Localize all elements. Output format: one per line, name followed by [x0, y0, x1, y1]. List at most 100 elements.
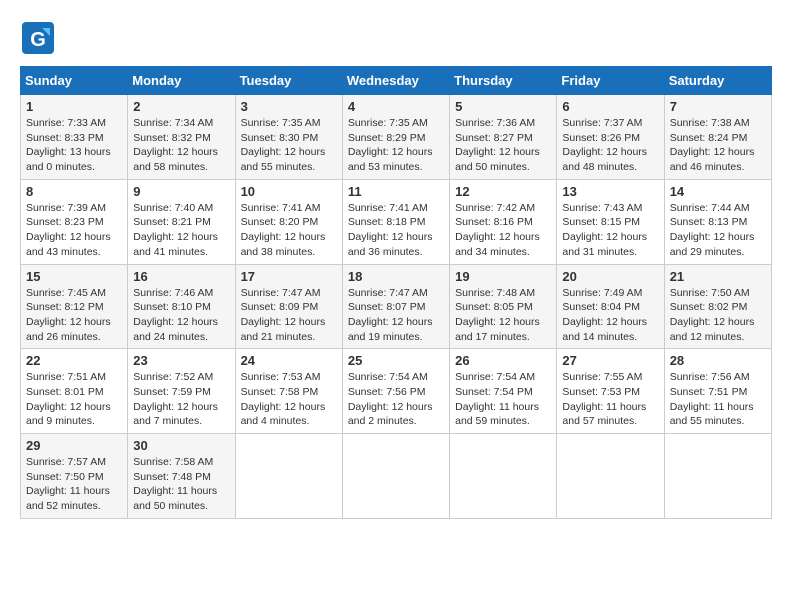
day-info: Sunrise: 7:34 AMSunset: 8:32 PMDaylight:…	[133, 116, 229, 175]
day-number: 17	[241, 269, 337, 284]
day-info: Sunrise: 7:58 AMSunset: 7:48 PMDaylight:…	[133, 455, 229, 514]
day-info: Sunrise: 7:36 AMSunset: 8:27 PMDaylight:…	[455, 116, 551, 175]
day-number: 26	[455, 353, 551, 368]
calendar-cell: 10 Sunrise: 7:41 AMSunset: 8:20 PMDayligh…	[235, 179, 342, 264]
day-info: Sunrise: 7:44 AMSunset: 8:13 PMDaylight:…	[670, 201, 766, 260]
calendar-body: 1Sunrise: 7:33 AMSunset: 8:33 PMDaylight…	[21, 95, 772, 519]
calendar-table: Sunday Monday Tuesday Wednesday Thursday…	[20, 66, 772, 519]
calendar-cell: 18Sunrise: 7:47 AMSunset: 8:07 PMDayligh…	[342, 264, 449, 349]
day-number: 30	[133, 438, 229, 453]
day-number: 27	[562, 353, 658, 368]
calendar-cell	[342, 434, 449, 519]
day-number: 4	[348, 99, 444, 114]
day-info: Sunrise: 7:33 AMSunset: 8:33 PMDaylight:…	[26, 116, 122, 175]
day-info: Sunrise: 7:52 AMSunset: 7:59 PMDaylight:…	[133, 370, 229, 429]
day-number: 23	[133, 353, 229, 368]
day-number: 9	[133, 184, 229, 199]
day-info: Sunrise: 7:47 AMSunset: 8:07 PMDaylight:…	[348, 286, 444, 345]
calendar-cell: 2 Sunrise: 7:34 AMSunset: 8:32 PMDaylight…	[128, 95, 235, 180]
logo: G	[20, 20, 62, 56]
day-number: 29	[26, 438, 122, 453]
day-info: Sunrise: 7:35 AMSunset: 8:30 PMDaylight:…	[241, 116, 337, 175]
calendar-cell: 15 Sunrise: 7:45 AMSunset: 8:12 PMDayligh…	[21, 264, 128, 349]
calendar-cell: 12 Sunrise: 7:42 AMSunset: 8:16 PMDayligh…	[450, 179, 557, 264]
header-sunday: Sunday	[21, 67, 128, 95]
calendar-week-row: 1Sunrise: 7:33 AMSunset: 8:33 PMDaylight…	[21, 95, 772, 180]
day-info: Sunrise: 7:46 AMSunset: 8:10 PMDaylight:…	[133, 286, 229, 345]
calendar-cell: 14 Sunrise: 7:44 AMSunset: 8:13 PMDayligh…	[664, 179, 771, 264]
calendar-cell: 20 Sunrise: 7:49 AMSunset: 8:04 PMDayligh…	[557, 264, 664, 349]
day-info: Sunrise: 7:57 AMSunset: 7:50 PMDaylight:…	[26, 455, 122, 514]
calendar-cell	[235, 434, 342, 519]
day-info: Sunrise: 7:55 AMSunset: 7:53 PMDaylight:…	[562, 370, 658, 429]
svg-text:G: G	[30, 29, 46, 51]
calendar-cell: 21 Sunrise: 7:50 AMSunset: 8:02 PMDayligh…	[664, 264, 771, 349]
calendar-cell: 22 Sunrise: 7:51 AMSunset: 8:01 PMDayligh…	[21, 349, 128, 434]
day-info: Sunrise: 7:45 AMSunset: 8:12 PMDaylight:…	[26, 286, 122, 345]
day-info: Sunrise: 7:53 AMSunset: 7:58 PMDaylight:…	[241, 370, 337, 429]
day-info: Sunrise: 7:54 AMSunset: 7:54 PMDaylight:…	[455, 370, 551, 429]
calendar-cell	[557, 434, 664, 519]
day-number: 20	[562, 269, 658, 284]
calendar-cell: 1Sunrise: 7:33 AMSunset: 8:33 PMDaylight…	[21, 95, 128, 180]
day-info: Sunrise: 7:41 AMSunset: 8:18 PMDaylight:…	[348, 201, 444, 260]
calendar-cell: 6 Sunrise: 7:37 AMSunset: 8:26 PMDaylight…	[557, 95, 664, 180]
day-info: Sunrise: 7:37 AMSunset: 8:26 PMDaylight:…	[562, 116, 658, 175]
day-number: 22	[26, 353, 122, 368]
day-number: 25	[348, 353, 444, 368]
calendar-cell: 17 Sunrise: 7:47 AMSunset: 8:09 PMDayligh…	[235, 264, 342, 349]
day-info: Sunrise: 7:41 AMSunset: 8:20 PMDaylight:…	[241, 201, 337, 260]
day-info: Sunrise: 7:51 AMSunset: 8:01 PMDaylight:…	[26, 370, 122, 429]
day-number: 10	[241, 184, 337, 199]
calendar-cell: 13 Sunrise: 7:43 AMSunset: 8:15 PMDayligh…	[557, 179, 664, 264]
day-info: Sunrise: 7:47 AMSunset: 8:09 PMDaylight:…	[241, 286, 337, 345]
day-number: 5	[455, 99, 551, 114]
day-number: 6	[562, 99, 658, 114]
calendar-cell: 9 Sunrise: 7:40 AMSunset: 8:21 PMDaylight…	[128, 179, 235, 264]
day-info: Sunrise: 7:38 AMSunset: 8:24 PMDaylight:…	[670, 116, 766, 175]
day-number: 19	[455, 269, 551, 284]
header-monday: Monday	[128, 67, 235, 95]
page-header: G	[20, 20, 772, 56]
day-number: 14	[670, 184, 766, 199]
calendar-week-row: 15 Sunrise: 7:45 AMSunset: 8:12 PMDayligh…	[21, 264, 772, 349]
calendar-cell: 11 Sunrise: 7:41 AMSunset: 8:18 PMDayligh…	[342, 179, 449, 264]
day-number: 21	[670, 269, 766, 284]
calendar-cell	[450, 434, 557, 519]
day-info: Sunrise: 7:48 AMSunset: 8:05 PMDaylight:…	[455, 286, 551, 345]
day-number: 2	[133, 99, 229, 114]
calendar-cell: 7 Sunrise: 7:38 AMSunset: 8:24 PMDaylight…	[664, 95, 771, 180]
calendar-week-row: 29 Sunrise: 7:57 AMSunset: 7:50 PMDayligh…	[21, 434, 772, 519]
day-info: Sunrise: 7:40 AMSunset: 8:21 PMDaylight:…	[133, 201, 229, 260]
header-tuesday: Tuesday	[235, 67, 342, 95]
calendar-cell: 30 Sunrise: 7:58 AMSunset: 7:48 PMDayligh…	[128, 434, 235, 519]
day-number: 16	[133, 269, 229, 284]
day-number: 11	[348, 184, 444, 199]
day-info: Sunrise: 7:56 AMSunset: 7:51 PMDaylight:…	[670, 370, 766, 429]
calendar-week-row: 22 Sunrise: 7:51 AMSunset: 8:01 PMDayligh…	[21, 349, 772, 434]
header-wednesday: Wednesday	[342, 67, 449, 95]
day-info: Sunrise: 7:50 AMSunset: 8:02 PMDaylight:…	[670, 286, 766, 345]
day-info: Sunrise: 7:42 AMSunset: 8:16 PMDaylight:…	[455, 201, 551, 260]
day-number: 12	[455, 184, 551, 199]
header-thursday: Thursday	[450, 67, 557, 95]
calendar-cell: 3Sunrise: 7:35 AMSunset: 8:30 PMDaylight…	[235, 95, 342, 180]
header-friday: Friday	[557, 67, 664, 95]
day-number: 8	[26, 184, 122, 199]
calendar-cell: 27 Sunrise: 7:55 AMSunset: 7:53 PMDayligh…	[557, 349, 664, 434]
calendar-cell: 29 Sunrise: 7:57 AMSunset: 7:50 PMDayligh…	[21, 434, 128, 519]
calendar-cell	[664, 434, 771, 519]
day-number: 28	[670, 353, 766, 368]
calendar-cell: 5 Sunrise: 7:36 AMSunset: 8:27 PMDaylight…	[450, 95, 557, 180]
calendar-cell: 25 Sunrise: 7:54 AMSunset: 7:56 PMDayligh…	[342, 349, 449, 434]
day-info: Sunrise: 7:43 AMSunset: 8:15 PMDaylight:…	[562, 201, 658, 260]
day-info: Sunrise: 7:49 AMSunset: 8:04 PMDaylight:…	[562, 286, 658, 345]
calendar-cell: 19 Sunrise: 7:48 AMSunset: 8:05 PMDayligh…	[450, 264, 557, 349]
day-number: 7	[670, 99, 766, 114]
day-number: 15	[26, 269, 122, 284]
day-info: Sunrise: 7:39 AMSunset: 8:23 PMDaylight:…	[26, 201, 122, 260]
calendar-cell: 16 Sunrise: 7:46 AMSunset: 8:10 PMDayligh…	[128, 264, 235, 349]
day-number: 13	[562, 184, 658, 199]
day-info: Sunrise: 7:54 AMSunset: 7:56 PMDaylight:…	[348, 370, 444, 429]
day-number: 24	[241, 353, 337, 368]
